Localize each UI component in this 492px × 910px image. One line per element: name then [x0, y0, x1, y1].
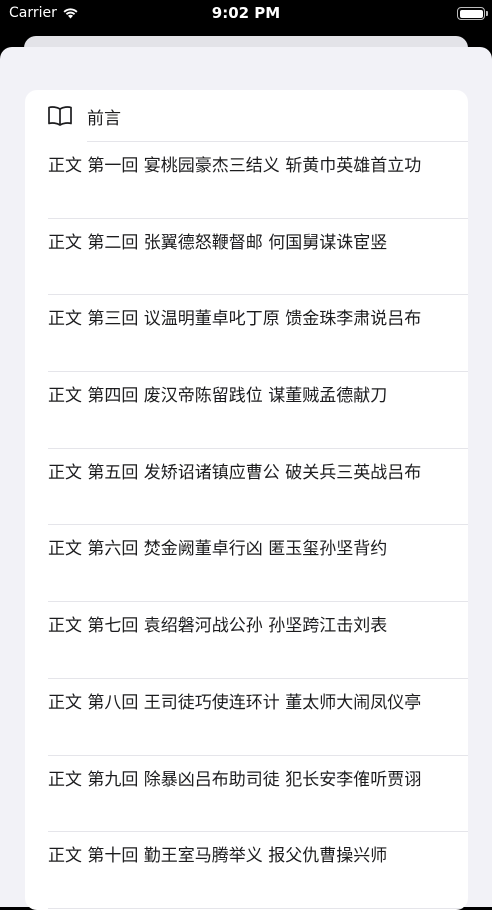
book-icon — [48, 106, 72, 126]
row-divider — [48, 907, 468, 909]
chapter-row-8[interactable]: 正文 第八回 王司徒巧使连环计 董太师大闹凤仪亭 — [25, 679, 468, 756]
chapter-row-4[interactable]: 正文 第四回 废汉帝陈留践位 谋董贼孟德献刀 — [25, 372, 468, 449]
chapter-title: 正文 第九回 除暴凶吕布助司徒 犯长安李傕听贾诩 — [48, 769, 422, 790]
preface-row[interactable]: 前言 — [25, 90, 468, 142]
chapter-title: 正文 第五回 发矫诏诸镇应曹公 破关兵三英战吕布 — [48, 462, 422, 483]
status-time: 9:02 PM — [211, 4, 281, 22]
chapter-title: 正文 第八回 王司徒巧使连环计 董太师大闹凤仪亭 — [48, 692, 422, 713]
preface-label: 前言 — [87, 109, 121, 129]
chapter-row-1[interactable]: 正文 第一回 宴桃园豪杰三结义 斩黄巾英雄首立功 — [25, 142, 468, 219]
chapter-row-9[interactable]: 正文 第九回 除暴凶吕布助司徒 犯长安李傕听贾诩 — [25, 756, 468, 833]
chapter-row-5[interactable]: 正文 第五回 发矫诏诸镇应曹公 破关兵三英战吕布 — [25, 449, 468, 526]
chapter-title: 正文 第四回 废汉帝陈留践位 谋董贼孟德献刀 — [48, 386, 388, 407]
chapter-title: 正文 第十回 勤王室马腾举义 报父仇曹操兴师 — [48, 846, 388, 867]
chapter-title: 正文 第一回 宴桃园豪杰三结义 斩黄巾英雄首立功 — [48, 156, 422, 176]
chapter-row-3[interactable]: 正文 第三回 议温明董卓叱丁原 馈金珠李肃说吕布 — [25, 295, 468, 373]
chapter-row-7[interactable]: 正文 第七回 袁绍磐河战公孙 孙坚跨江击刘表 — [25, 602, 468, 679]
chapter-title: 正文 第七回 袁绍磐河战公孙 孙坚跨江击刘表 — [48, 616, 388, 637]
chapter-title: 正文 第三回 议温明董卓叱丁原 馈金珠李肃说吕布 — [48, 309, 422, 330]
toc-card: 前言 正文 第一回 宴桃园豪杰三结义 斩黄巾英雄首立功 正文 第二回 张翼德怒鞭… — [25, 90, 468, 910]
chapter-title: 正文 第二回 张翼德怒鞭督邮 何国舅谋诛宦竖 — [48, 232, 388, 253]
chapter-row-2[interactable]: 正文 第二回 张翼德怒鞭督邮 何国舅谋诛宦竖 — [25, 219, 468, 296]
chapter-list: 正文 第一回 宴桃园豪杰三结义 斩黄巾英雄首立功 正文 第二回 张翼德怒鞭督邮 … — [25, 142, 468, 909]
chapter-title: 正文 第六回 焚金阙董卓行凶 匿玉玺孙坚背约 — [48, 539, 388, 560]
chapter-row-10[interactable]: 正文 第十回 勤王室马腾举义 报父仇曹操兴师 — [25, 832, 468, 909]
status-bar: Carrier 9:02 PM — [0, 0, 492, 28]
chapter-row-6[interactable]: 正文 第六回 焚金阙董卓行凶 匿玉玺孙坚背约 — [25, 525, 468, 603]
battery-icon — [457, 7, 488, 20]
